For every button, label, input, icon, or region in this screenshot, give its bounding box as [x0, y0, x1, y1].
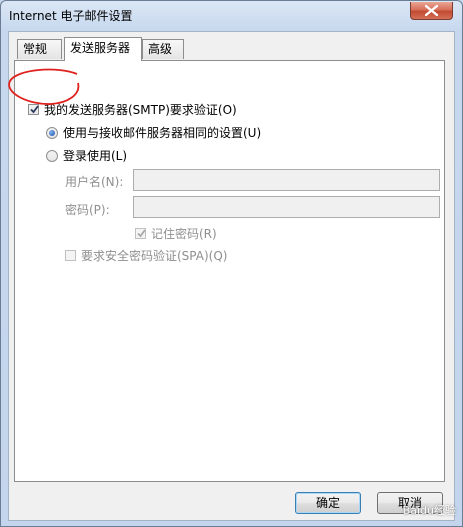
spa-label: 要求安全密码验证(SPA)(Q)	[81, 249, 228, 263]
tab-advanced-label: 高级	[148, 42, 173, 56]
smtp-auth-checkbox[interactable]	[28, 104, 39, 115]
spa-option[interactable]: 要求安全密码验证(SPA)(Q)	[65, 247, 227, 264]
remember-password-label: 记住密码(R)	[151, 227, 217, 241]
close-button[interactable]	[410, 2, 453, 20]
password-label: 密码(P):	[65, 203, 110, 217]
spa-checkbox[interactable]	[65, 250, 76, 261]
logon-label: 登录使用(L)	[63, 149, 128, 163]
same-settings-radio[interactable]	[46, 126, 58, 139]
title-bar[interactable]: Internet 电子邮件设置	[1, 1, 462, 29]
remember-password-checkbox[interactable]	[135, 228, 146, 239]
watermark: Baidu经验	[402, 504, 456, 517]
email-settings-dialog: Internet 电子邮件设置 常规 发送服务器 高级 我的发送服务器(SMTP…	[0, 0, 463, 527]
password-input[interactable]	[133, 196, 440, 218]
ok-button[interactable]: 确定	[295, 492, 361, 514]
ok-button-label: 确定	[315, 496, 340, 510]
username-input[interactable]	[133, 169, 440, 191]
same-settings-label: 使用与接收邮件服务器相同的设置(U)	[63, 126, 262, 140]
smtp-auth-option[interactable]: 我的发送服务器(SMTP)要求验证(O)	[28, 101, 237, 118]
checkmark-icon	[30, 105, 39, 114]
same-settings-option[interactable]: 使用与接收邮件服务器相同的设置(U)	[46, 124, 261, 141]
checkmark-icon	[137, 229, 146, 238]
outgoing-server-panel: 我的发送服务器(SMTP)要求验证(O) 使用与接收邮件服务器相同的设置(U) …	[14, 60, 445, 482]
logon-radio[interactable]	[46, 149, 58, 162]
remember-password-option[interactable]: 记住密码(R)	[135, 225, 217, 242]
logon-option[interactable]: 登录使用(L)	[46, 147, 127, 164]
dialog-title: Internet 电子邮件设置	[9, 9, 133, 23]
tab-general[interactable]: 常规	[17, 39, 62, 59]
smtp-auth-label: 我的发送服务器(SMTP)要求验证(O)	[44, 103, 237, 117]
dialog-client-area: 常规 发送服务器 高级 我的发送服务器(SMTP)要求验证(O) 使用与接收邮件…	[8, 31, 455, 521]
tab-outgoing-server[interactable]: 发送服务器	[64, 37, 142, 61]
tab-advanced[interactable]: 高级	[142, 39, 184, 59]
close-icon	[425, 5, 438, 16]
tab-general-label: 常规	[23, 42, 48, 56]
username-label: 用户名(N):	[65, 175, 124, 189]
tab-outgoing-server-label: 发送服务器	[70, 41, 131, 55]
